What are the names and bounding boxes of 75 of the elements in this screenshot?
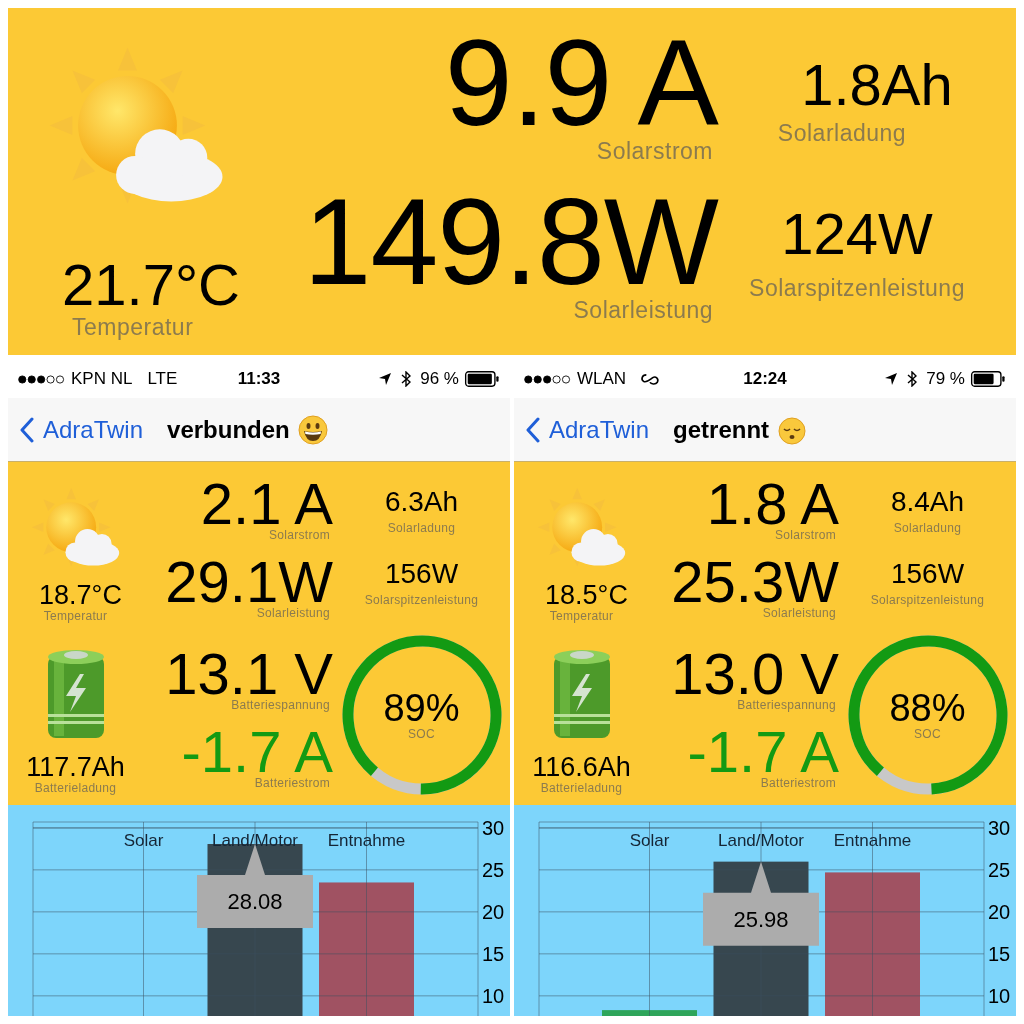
battery-charge-value: 117.7Ah: [26, 754, 125, 781]
metric-label: Solarspitzenleistung: [749, 275, 965, 302]
axis-tick-label: 25: [988, 858, 1011, 881]
signal-dots-icon: [524, 374, 572, 384]
metric-label: Solarladung: [777, 120, 907, 147]
soc-value: 89%: [383, 689, 460, 727]
location-arrow-icon: [378, 372, 393, 386]
axis-tick-label: 30: [988, 816, 1011, 839]
soc-label: SOC: [408, 727, 435, 741]
battery-charge-label: Batterieladung: [540, 781, 623, 795]
bluetooth-icon: [907, 371, 918, 387]
temperature-label: Temperatur: [72, 314, 195, 341]
battery-level-icon: [970, 371, 1006, 387]
metric-label: Solarstrom: [269, 528, 330, 543]
temperature-label: Temperatur: [549, 609, 614, 623]
status-time: 12:24: [743, 369, 787, 389]
metric-value: 8.4Ah: [890, 488, 965, 516]
back-button[interactable]: AdraTwin: [20, 415, 144, 444]
value-callout: 25.98: [703, 861, 819, 946]
bluetooth-icon: [401, 371, 412, 387]
series-label: Solar: [629, 831, 670, 850]
axis-tick-label: 10: [482, 984, 505, 1007]
location-arrow-icon: [884, 372, 899, 386]
axis-tick-label: 15: [482, 942, 505, 965]
battery-charge-label: Batterieladung: [34, 781, 117, 795]
battery-percent: 96 %: [420, 369, 459, 389]
axis-tick-label: 10: [988, 984, 1011, 1007]
metric-label: Batteriespannung: [231, 698, 330, 713]
battery-level-icon: [464, 371, 500, 387]
metric-label: Batteriestrom: [254, 776, 330, 791]
metric-label: Solarspitzenleistung: [870, 593, 985, 607]
annotation: 28.08: [227, 889, 283, 914]
chevron-left-icon: [20, 416, 34, 443]
back-button[interactable]: AdraTwin: [526, 415, 650, 444]
metric-label: Solarladung: [893, 521, 962, 535]
link-icon: [639, 371, 662, 387]
connection-status: getrennt: [673, 415, 770, 444]
metric-label: Batteriespannung: [737, 698, 836, 713]
metric-label: Solarleistung: [256, 606, 330, 621]
temperature-value: 18.5°C: [545, 582, 628, 609]
axis-tick-label: 25: [482, 858, 505, 881]
signal-dots-icon: [18, 374, 66, 384]
temperature-value: 18.7°C: [39, 582, 122, 609]
metric-value: 124W: [781, 205, 933, 263]
temperature-label: Temperatur: [43, 609, 108, 623]
metric-value: 1.8Ah: [801, 56, 953, 114]
network-type: LTE: [147, 369, 178, 389]
annotation: 25.98: [733, 906, 789, 932]
temperature-value: 21.7°C: [62, 256, 241, 314]
metric-value: 156W: [384, 560, 459, 588]
metric-label: Solarspitzenleistung: [364, 593, 479, 607]
series-label: Entnahme: [327, 831, 406, 850]
metric-value: 156W: [890, 560, 965, 588]
connection-status: verbunden: [167, 415, 290, 444]
metric-label: Solarleistung: [762, 606, 836, 621]
battery-percent: 79 %: [926, 369, 965, 389]
metric-label: Solarstrom: [775, 528, 836, 543]
series-label: Entnahme: [833, 831, 912, 850]
metric-value: 6.3Ah: [384, 488, 459, 516]
axis-tick-label: 30: [482, 816, 505, 839]
series-label: Land/Motor: [718, 831, 804, 850]
value-callout: 28.08: [197, 844, 313, 928]
soc-value: 88%: [889, 689, 966, 727]
axis-tick-label: 20: [988, 900, 1011, 923]
status-time: 11:33: [237, 369, 281, 389]
series-label: Solar: [123, 831, 164, 850]
metric-label: Solarladung: [387, 521, 456, 535]
soc-label: SOC: [914, 727, 941, 741]
axis-tick-label: 15: [988, 942, 1011, 965]
axis-tick-label: 20: [482, 900, 505, 923]
carrier-name: KPN NL: [71, 369, 133, 389]
battery-charge-value: 116.6Ah: [532, 754, 631, 781]
metric-label: Batteriestrom: [760, 776, 836, 791]
chevron-left-icon: [526, 416, 540, 443]
carrier-name: WLAN: [577, 369, 627, 389]
